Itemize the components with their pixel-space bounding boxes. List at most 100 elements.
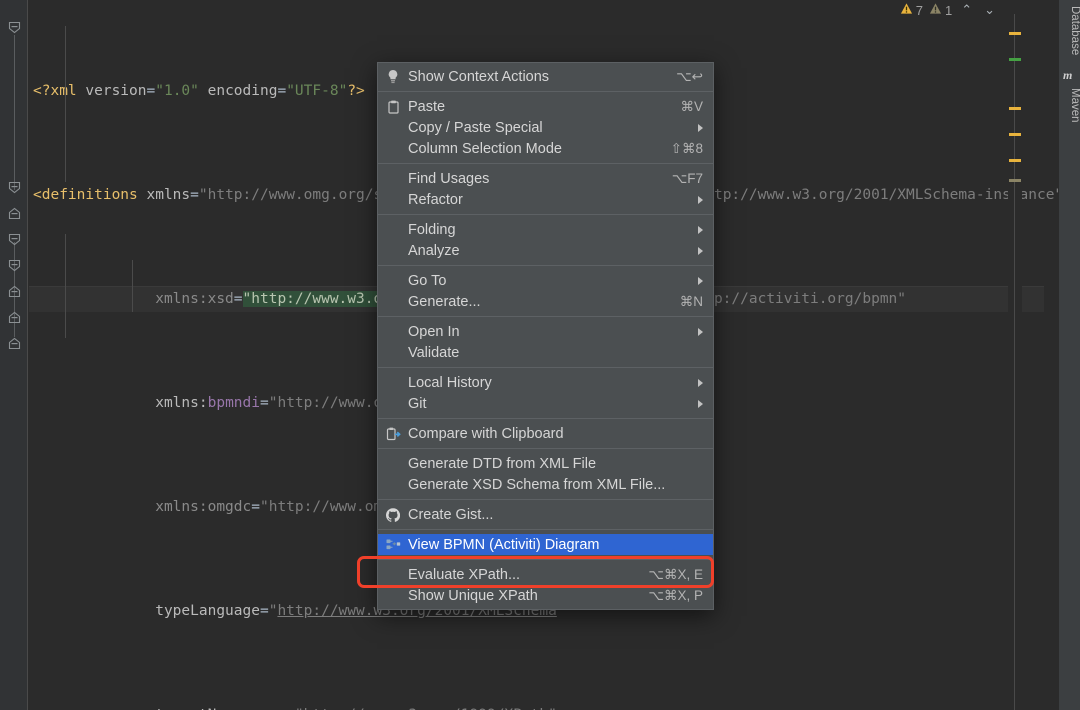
menu-item-show-unique-xpath[interactable]: Show Unique XPath ⌥⌘X, P <box>378 585 713 606</box>
tool-window-tab-maven[interactable]: Maven <box>1059 84 1080 127</box>
menu-item-generate-xsd[interactable]: Generate XSD Schema from XML File... <box>378 474 713 495</box>
menu-item-go-to[interactable]: Go To <box>378 270 713 291</box>
menu-item-shortcut: ⌥F7 <box>671 170 703 186</box>
menu-separator <box>378 367 713 368</box>
menu-item-compare-with-clipboard[interactable]: Compare with Clipboard <box>378 423 713 444</box>
menu-item-analyze[interactable]: Analyze <box>378 240 713 261</box>
fold-toggle-end-icon[interactable] <box>8 285 21 298</box>
chevron-down-icon[interactable]: ⌄ <box>981 2 998 18</box>
ide-window: <?xml version="1.0" encoding="UTF-8"?> <… <box>0 0 1080 710</box>
submenu-arrow-icon <box>698 195 703 204</box>
menu-item-label: Git <box>408 395 427 412</box>
warning-triangle-icon <box>900 2 913 18</box>
menu-item-label: Copy / Paste Special <box>408 119 543 136</box>
menu-item-label: Show Context Actions <box>408 68 550 85</box>
inspection-widget[interactable]: 7 1 ⌃ ⌄ <box>900 2 998 18</box>
menu-item-folding[interactable]: Folding <box>378 219 713 240</box>
fold-toggle-collapse-icon[interactable] <box>8 233 21 246</box>
weak-warning-count-group[interactable]: 1 <box>929 2 952 18</box>
lightbulb-icon <box>378 69 408 84</box>
error-stripe-track <box>1014 14 1015 710</box>
stripe-mark-warning[interactable] <box>1009 159 1021 162</box>
menu-item-evaluate-xpath[interactable]: Evaluate XPath... ⌥⌘X, E <box>378 564 713 585</box>
menu-item-shortcut: ⌥⌘X, P <box>648 587 703 603</box>
menu-item-generate-dtd[interactable]: Generate DTD from XML File <box>378 453 713 474</box>
menu-item-label: Go To <box>408 272 447 289</box>
submenu-arrow-icon <box>698 225 703 234</box>
indent-guide <box>132 260 133 312</box>
menu-item-git[interactable]: Git <box>378 393 713 414</box>
fold-region-line <box>14 35 15 190</box>
menu-item-validate[interactable]: Validate <box>378 342 713 363</box>
indent-guide <box>65 234 66 338</box>
menu-separator <box>378 559 713 560</box>
submenu-arrow-icon <box>698 276 703 285</box>
fold-toggle-collapse-icon[interactable] <box>8 259 21 272</box>
menu-separator <box>378 529 713 530</box>
tool-window-tab-database[interactable]: Database <box>1059 2 1080 59</box>
menu-item-label: Evaluate XPath... <box>408 566 521 583</box>
menu-item-shortcut: ⇧⌘8 <box>670 140 703 156</box>
submenu-arrow-icon <box>698 123 703 132</box>
menu-item-copy-paste-special[interactable]: Copy / Paste Special <box>378 117 713 138</box>
stripe-mark-search[interactable] <box>1009 58 1021 61</box>
editor-context-menu[interactable]: Show Context Actions ⌥↩ Paste ⌘V Copy / … <box>377 62 714 610</box>
fold-toggle-end-icon[interactable] <box>8 337 21 350</box>
chevron-up-icon[interactable]: ⌃ <box>958 2 975 18</box>
code-line: targetNamespace="http://www.w3.org/1999/… <box>29 702 1044 710</box>
fold-toggle-collapse-icon[interactable] <box>8 21 21 34</box>
stripe-mark-warning[interactable] <box>1009 107 1021 110</box>
menu-item-label: Folding <box>408 221 456 238</box>
menu-separator <box>378 163 713 164</box>
fold-toggle-end-icon[interactable] <box>8 311 21 324</box>
menu-item-shortcut: ⌥↩ <box>676 68 703 84</box>
menu-item-generate[interactable]: Generate... ⌘N <box>378 291 713 312</box>
menu-item-refactor[interactable]: Refactor <box>378 189 713 210</box>
stripe-mark-warning[interactable] <box>1009 133 1021 136</box>
submenu-arrow-icon <box>698 327 703 336</box>
menu-item-paste[interactable]: Paste ⌘V <box>378 96 713 117</box>
menu-item-shortcut: ⌘N <box>679 293 703 309</box>
indent-guide <box>65 26 66 182</box>
bpmn-diagram-icon <box>378 538 408 551</box>
menu-item-shortcut: ⌘V <box>680 98 703 114</box>
menu-separator <box>378 418 713 419</box>
menu-item-view-bpmn-diagram[interactable]: View BPMN (Activiti) Diagram <box>378 534 713 555</box>
github-icon <box>378 507 408 522</box>
menu-item-label: Column Selection Mode <box>408 140 562 157</box>
menu-separator <box>378 91 713 92</box>
menu-item-label: Paste <box>408 98 446 115</box>
menu-item-shortcut: ⌥⌘X, E <box>648 566 703 582</box>
menu-item-label: Find Usages <box>408 170 490 187</box>
menu-item-label: Create Gist... <box>408 506 494 523</box>
compare-clipboard-icon <box>378 427 408 441</box>
submenu-arrow-icon <box>698 378 703 387</box>
menu-item-label: Show Unique XPath <box>408 587 538 604</box>
editor-gutter[interactable] <box>0 0 28 710</box>
menu-item-label: Refactor <box>408 191 463 208</box>
menu-item-open-in[interactable]: Open In <box>378 321 713 342</box>
right-tool-window-bar[interactable]: Database m Maven <box>1058 0 1080 710</box>
stripe-mark-weak-warning[interactable] <box>1009 179 1021 182</box>
fold-toggle-end-icon[interactable] <box>8 207 21 220</box>
menu-item-label: View BPMN (Activiti) Diagram <box>408 536 600 553</box>
submenu-arrow-icon <box>698 399 703 408</box>
menu-separator <box>378 499 713 500</box>
menu-item-create-gist[interactable]: Create Gist... <box>378 504 713 525</box>
fold-toggle-collapse-icon[interactable] <box>8 181 21 194</box>
stripe-mark-warning[interactable] <box>1009 32 1021 35</box>
menu-item-label: Compare with Clipboard <box>408 425 564 442</box>
menu-item-show-context-actions[interactable]: Show Context Actions ⌥↩ <box>378 66 713 87</box>
menu-item-column-selection-mode[interactable]: Column Selection Mode ⇧⌘8 <box>378 138 713 159</box>
menu-item-label: Generate... <box>408 293 481 310</box>
maven-icon: m <box>1063 68 1073 82</box>
submenu-arrow-icon <box>698 246 703 255</box>
menu-item-find-usages[interactable]: Find Usages ⌥F7 <box>378 168 713 189</box>
menu-item-local-history[interactable]: Local History <box>378 372 713 393</box>
menu-item-label: Generate DTD from XML File <box>408 455 597 472</box>
warning-count: 7 <box>915 2 923 18</box>
error-stripe[interactable] <box>1008 0 1022 710</box>
warning-count-group[interactable]: 7 <box>900 2 923 18</box>
menu-item-label: Analyze <box>408 242 460 259</box>
menu-separator <box>378 265 713 266</box>
